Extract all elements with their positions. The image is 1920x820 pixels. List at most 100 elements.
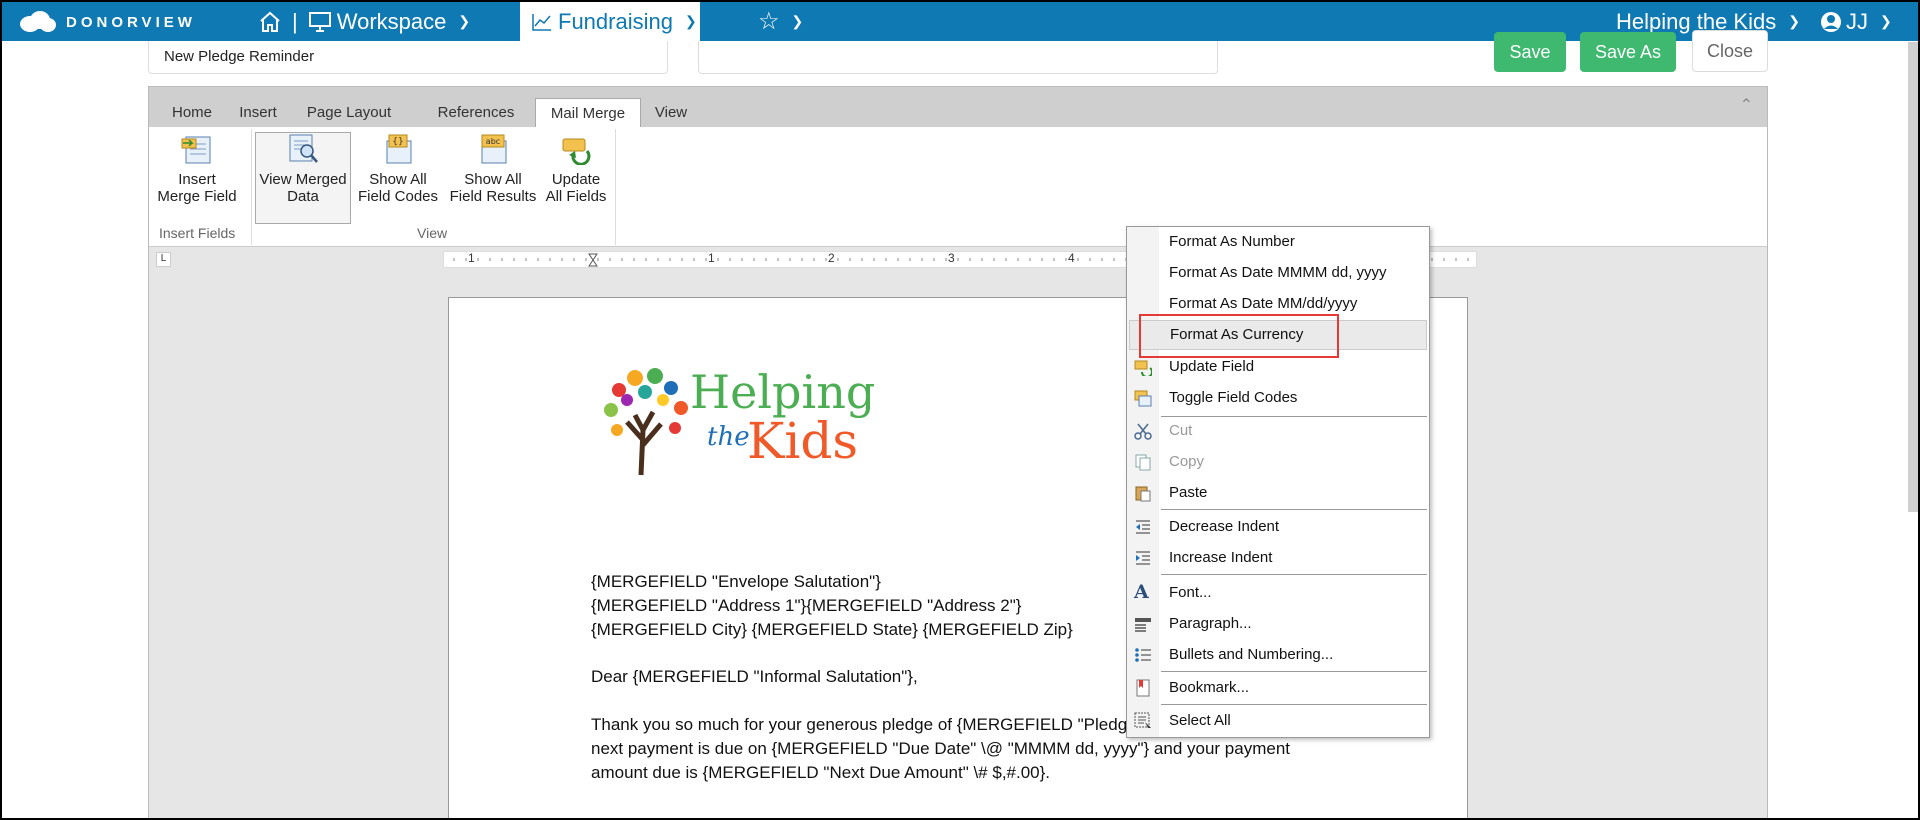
template-name-value: New Pledge Reminder (164, 48, 315, 65)
tab-stop-selector[interactable]: L (156, 252, 171, 267)
view-merged-data-label-1: View Merged (259, 171, 347, 188)
svg-text:{}: {} (392, 137, 403, 147)
menu-item-label: Select All (1169, 712, 1231, 729)
menu-item-toggle-field-codes[interactable]: Toggle Field Codes (1127, 384, 1429, 412)
highlight-annotation-box (1139, 314, 1339, 358)
show-field-codes-label-1: Show All (369, 171, 427, 188)
update-all-fields-button[interactable]: Update All Fields (539, 133, 613, 221)
svg-text:abc: abc (486, 137, 500, 146)
ribbon-tabs: Home Insert Page Layout References Mail … (149, 87, 1767, 128)
show-all-field-codes-button[interactable]: {} Show All Field Codes (355, 133, 441, 221)
tab-view[interactable]: View (651, 98, 691, 127)
logo-kids: Kids (747, 412, 859, 470)
cloud-logo-icon (20, 11, 56, 32)
home-icon[interactable] (258, 10, 282, 34)
show-field-results-label-2: Field Results (449, 188, 537, 205)
menu-item-format-date-long[interactable]: Format As Date MMMM dd, yyyy (1127, 259, 1429, 287)
scissors-icon (1134, 423, 1152, 440)
menu-item-label: Format As Date MM/dd/yyyy (1169, 295, 1358, 312)
menu-item-label: Increase Indent (1169, 549, 1273, 566)
doc-line-address: {MERGEFIELD "Address 1"}{MERGEFIELD "Add… (591, 596, 1022, 615)
show-field-results-label-1: Show All (464, 171, 522, 188)
show-field-codes-icon: {} (381, 133, 415, 165)
tab-page-layout[interactable]: Page Layout (299, 98, 399, 127)
menu-item-label: Copy (1169, 453, 1205, 470)
menu-item-bookmark[interactable]: Bookmark... (1127, 674, 1429, 702)
font-icon: A (1134, 581, 1149, 603)
ruler-number: 3 (948, 251, 955, 265)
copy-icon (1135, 454, 1151, 471)
update-all-fields-label-2: All Fields (545, 188, 607, 205)
insert-merge-field-button[interactable]: Insert Merge Field (155, 133, 239, 221)
menu-item-select-all[interactable]: Select All (1127, 707, 1429, 735)
menu-separator (1161, 704, 1427, 705)
chevron-down-icon: ❯ (1880, 13, 1892, 29)
menu-item-label: Decrease Indent (1169, 518, 1280, 535)
paste-icon (1135, 486, 1151, 502)
menu-item-paragraph[interactable]: Paragraph... (1127, 610, 1429, 638)
menu-item-label: Bullets and Numbering... (1169, 646, 1334, 663)
nav-fundraising[interactable]: Fundraising ❯ (520, 2, 700, 41)
doc-line-body-3: amount due is {MERGEFIELD "Next Due Amou… (591, 763, 1051, 782)
menu-separator (1161, 509, 1427, 510)
nav-workspace[interactable]: | Workspace ❯ (258, 2, 470, 41)
save-as-button[interactable]: Save As (1580, 32, 1676, 72)
page-scrollbar[interactable] (1908, 42, 1918, 512)
menu-item-label: Bookmark... (1169, 679, 1250, 696)
show-field-codes-label-2: Field Codes (357, 188, 439, 205)
template-description-field[interactable] (698, 41, 1218, 74)
nav-separator: | (292, 8, 298, 34)
menu-item-label: Toggle Field Codes (1169, 389, 1298, 406)
menu-item-cut[interactable]: Cut (1127, 417, 1429, 445)
logo-the: the (707, 422, 750, 452)
tab-references[interactable]: References (433, 98, 519, 127)
increase-indent-icon (1136, 551, 1150, 565)
brand-name: DONORVIEW (66, 13, 196, 31)
group-divider (615, 129, 616, 245)
save-button[interactable]: Save (1494, 32, 1566, 72)
group-label-insert-fields: Insert Fields (159, 225, 236, 241)
collapse-ribbon-icon[interactable]: ⌃ (1740, 95, 1753, 115)
decrease-indent-icon (1136, 520, 1150, 534)
tab-insert[interactable]: Insert (233, 98, 283, 127)
menu-item-label: Paragraph... (1169, 615, 1252, 632)
menu-item-label: Cut (1169, 422, 1193, 439)
paragraph-icon (1135, 618, 1151, 632)
menu-item-label: Format As Number (1169, 233, 1295, 250)
menu-item-bullets-numbering[interactable]: Bullets and Numbering... (1127, 641, 1429, 669)
context-menu: Format As Number Format As Date MMMM dd,… (1126, 226, 1430, 738)
menu-separator (1161, 671, 1427, 672)
nav-workspace-label: Workspace (336, 8, 447, 34)
document-editor: Home Insert Page Layout References Mail … (148, 86, 1768, 818)
menu-item-copy[interactable]: Copy (1127, 448, 1429, 476)
menu-item-label: Update Field (1169, 358, 1255, 375)
menu-item-format-number[interactable]: Format As Number (1127, 228, 1429, 256)
brand-logo[interactable]: DONORVIEW (18, 9, 196, 35)
show-all-field-results-button[interactable]: abc Show All Field Results (447, 133, 539, 221)
menu-item-font[interactable]: A Font... (1127, 579, 1429, 607)
menu-item-label: Paste (1169, 484, 1208, 501)
tab-home[interactable]: Home (163, 98, 221, 127)
menu-separator (1161, 574, 1427, 575)
update-all-fields-icon (559, 133, 593, 166)
ruler-number: 4 (1068, 251, 1075, 265)
menu-item-paste[interactable]: Paste (1127, 479, 1429, 507)
mail-merge-ribbon: Insert Merge Field View Merged Data {} S… (149, 127, 1767, 247)
select-all-icon (1134, 712, 1151, 728)
insert-merge-field-label-1: Insert (178, 171, 216, 188)
menu-item-increase-indent[interactable]: Increase Indent (1127, 544, 1429, 572)
template-name-field[interactable]: New Pledge Reminder (148, 41, 668, 74)
nav-favorites[interactable]: ☆ ❯ (758, 2, 803, 41)
menu-item-decrease-indent[interactable]: Decrease Indent (1127, 513, 1429, 541)
view-merged-data-button[interactable]: View Merged Data (255, 132, 351, 224)
update-field-icon (1134, 360, 1152, 376)
chevron-down-icon: ❯ (458, 13, 471, 29)
view-merged-data-icon (286, 133, 320, 165)
doc-line-salutation: {MERGEFIELD "Envelope Salutation"} (591, 572, 881, 591)
monitor-icon (308, 11, 331, 32)
tree-hands-icon (604, 368, 688, 476)
close-button[interactable]: Close (1692, 30, 1768, 72)
tab-mail-merge[interactable]: Mail Merge (535, 98, 641, 128)
user-menu[interactable]: JJ ❯ (1820, 2, 1892, 41)
ruler-number: 1 (708, 251, 715, 265)
